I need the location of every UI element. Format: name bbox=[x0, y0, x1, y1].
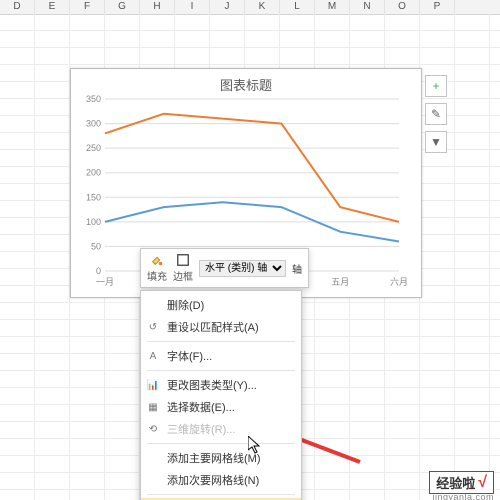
col-header-M[interactable]: M bbox=[315, 0, 350, 14]
cursor-icon bbox=[248, 436, 264, 456]
fill-button[interactable]: 填充 bbox=[147, 253, 167, 283]
chart-elements-button[interactable]: + bbox=[425, 75, 447, 97]
chart-type-icon: 📊 bbox=[146, 378, 160, 392]
menu-font[interactable]: A字体(F)... bbox=[141, 345, 301, 367]
svg-text:50: 50 bbox=[91, 241, 101, 251]
col-header-J[interactable]: J bbox=[210, 0, 245, 14]
reset-icon: ↺ bbox=[146, 320, 160, 334]
check-icon: √ bbox=[478, 474, 487, 492]
menu-change-chart-type[interactable]: 📊更改图表类型(Y)... bbox=[141, 374, 301, 396]
svg-text:100: 100 bbox=[86, 217, 101, 227]
menu-select-data[interactable]: ▦选择数据(E)... bbox=[141, 396, 301, 418]
chart-filters-button[interactable]: ▼ bbox=[425, 131, 447, 153]
svg-text:一月: 一月 bbox=[96, 277, 114, 287]
col-header-K[interactable]: K bbox=[245, 0, 280, 14]
col-header-H[interactable]: H bbox=[140, 0, 175, 14]
watermark-brand: 经验啦 bbox=[436, 473, 475, 492]
axis-label-suffix: 轴 bbox=[292, 261, 302, 276]
axis-selector[interactable]: 水平 (类别) 轴 bbox=[199, 260, 286, 277]
font-icon: A bbox=[146, 349, 160, 363]
mini-toolbar: 填充 边框 水平 (类别) 轴 轴 bbox=[140, 248, 309, 288]
col-header-F[interactable]: F bbox=[70, 0, 105, 14]
menu-3d-rotation: ⟲三维旋转(R)... bbox=[141, 418, 301, 440]
col-header-O[interactable]: O bbox=[385, 0, 420, 14]
col-header-N[interactable]: N bbox=[350, 0, 385, 14]
menu-delete[interactable]: 删除(D) bbox=[141, 294, 301, 316]
menu-add-minor-gridlines[interactable]: 添加次要网格线(N) bbox=[141, 469, 301, 491]
select-data-icon: ▦ bbox=[146, 400, 160, 414]
svg-text:200: 200 bbox=[86, 168, 101, 178]
rotate-icon: ⟲ bbox=[146, 422, 160, 436]
chart-styles-button[interactable]: ✎ bbox=[425, 103, 447, 125]
col-header-G[interactable]: G bbox=[105, 0, 140, 14]
svg-text:300: 300 bbox=[86, 119, 101, 129]
svg-text:150: 150 bbox=[86, 192, 101, 202]
svg-text:250: 250 bbox=[86, 143, 101, 153]
col-header-E[interactable]: E bbox=[35, 0, 70, 14]
menu-reset-style[interactable]: ↺重设以匹配样式(A) bbox=[141, 316, 301, 338]
column-headers: DEFGHIJKLMNOP bbox=[0, 0, 500, 15]
watermark: 经验啦 √ bbox=[429, 471, 494, 494]
context-menu: 删除(D) ↺重设以匹配样式(A) A字体(F)... 📊更改图表类型(Y)..… bbox=[140, 290, 302, 500]
col-header-P[interactable]: P bbox=[420, 0, 455, 14]
menu-add-major-gridlines[interactable]: 添加主要网格线(M) bbox=[141, 447, 301, 469]
col-header-L[interactable]: L bbox=[280, 0, 315, 14]
svg-text:五月: 五月 bbox=[331, 277, 349, 287]
col-header-I[interactable]: I bbox=[175, 0, 210, 14]
chart-plot[interactable]: 050100150200250300350一月二月三月四月五月六月 bbox=[105, 99, 399, 271]
chart-title[interactable]: 图表标题 bbox=[71, 75, 421, 94]
svg-text:350: 350 bbox=[86, 94, 101, 104]
col-header-D[interactable]: D bbox=[0, 0, 35, 14]
svg-text:六月: 六月 bbox=[390, 276, 408, 287]
svg-text:0: 0 bbox=[96, 266, 101, 276]
outline-button[interactable]: 边框 bbox=[173, 253, 193, 283]
